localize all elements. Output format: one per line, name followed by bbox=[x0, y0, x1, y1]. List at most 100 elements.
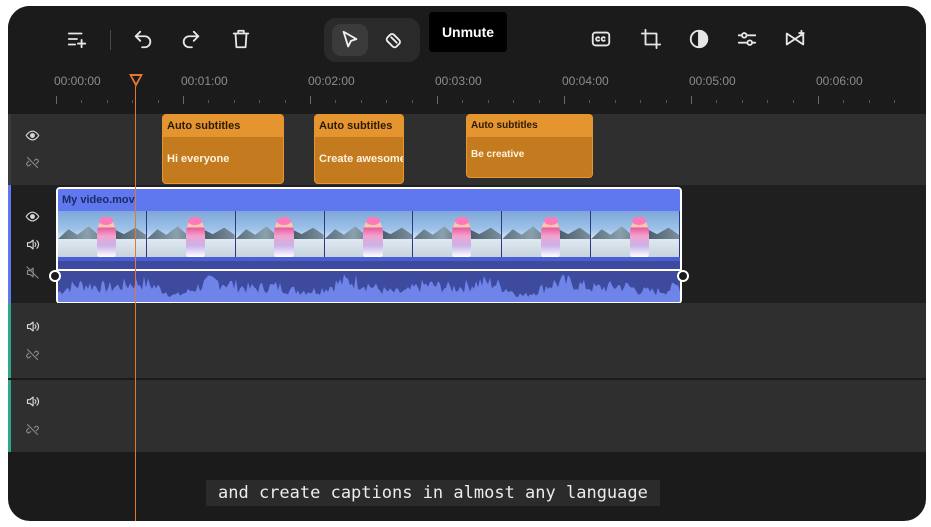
video-thumbnail bbox=[502, 211, 592, 257]
video-thumbnail bbox=[591, 211, 680, 257]
subtitle-clip-text: Be creative bbox=[471, 149, 525, 160]
ruler-tick-minor bbox=[259, 100, 261, 103]
ruler-tick-minor bbox=[132, 100, 134, 103]
blade-tool-icon[interactable] bbox=[376, 24, 412, 56]
ruler-tick-minor bbox=[640, 100, 642, 103]
ruler-tick-minor bbox=[106, 100, 108, 103]
eye-icon[interactable] bbox=[24, 127, 40, 143]
ruler-tick-major bbox=[437, 96, 438, 104]
subtitle-clip-title: Auto subtitles bbox=[467, 115, 592, 137]
delete-icon[interactable] bbox=[228, 26, 254, 52]
ruler-tick-major bbox=[183, 96, 184, 104]
playhead-line[interactable] bbox=[135, 86, 136, 521]
add-track-icon[interactable] bbox=[64, 26, 90, 52]
waveform-shape bbox=[58, 274, 680, 302]
ruler-tick-minor bbox=[716, 100, 718, 103]
crop-icon[interactable] bbox=[638, 26, 664, 52]
video-clip-name: My video.mov bbox=[58, 189, 680, 211]
ruler-tick-minor bbox=[614, 100, 616, 103]
ruler-tick-minor bbox=[868, 100, 870, 103]
timeline-ruler[interactable]: 00:00:00 00:01:00 00:02:00 00:03:00 00:0… bbox=[8, 68, 926, 114]
video-thumbnails bbox=[58, 211, 680, 257]
audio-waveform bbox=[58, 274, 680, 302]
volume-line[interactable] bbox=[58, 269, 680, 271]
ruler-tick-minor bbox=[233, 100, 235, 103]
ruler-tick-minor bbox=[589, 100, 591, 103]
captions-icon[interactable] bbox=[588, 26, 614, 52]
ruler-tick-minor bbox=[157, 100, 159, 103]
track-color-bar bbox=[8, 185, 11, 303]
ruler-tick-major bbox=[310, 96, 311, 104]
ruler-tick-major bbox=[818, 96, 819, 104]
video-clip[interactable]: My video.mov bbox=[56, 187, 682, 304]
volume-icon[interactable] bbox=[24, 318, 40, 334]
unmute-tooltip: Unmute bbox=[429, 12, 507, 52]
transition-icon[interactable] bbox=[782, 26, 808, 52]
ruler-label: 00:01:00 bbox=[181, 74, 228, 88]
subtitle-clip[interactable]: Auto subtitles Hi everyone bbox=[162, 114, 284, 184]
editor-window: Unmute 00:00:00 00:01:00 00:02:00 00:03:… bbox=[8, 6, 926, 521]
redo-icon[interactable] bbox=[178, 26, 204, 52]
track-color-bar bbox=[8, 114, 11, 185]
toolbar-divider bbox=[110, 30, 111, 50]
caption-overlay: and create captions in almost any langua… bbox=[206, 480, 660, 506]
ruler-tick-minor bbox=[81, 100, 83, 103]
ruler-tick-minor bbox=[487, 100, 489, 103]
ruler-label: 00:00:00 bbox=[54, 74, 101, 88]
volume-handle-end[interactable] bbox=[677, 270, 689, 282]
select-tool-icon[interactable] bbox=[332, 24, 368, 56]
playhead-handle[interactable] bbox=[129, 74, 143, 87]
ruler-tick-major bbox=[691, 96, 692, 104]
video-track: My video.mov bbox=[8, 185, 926, 304]
unlink-icon[interactable] bbox=[24, 421, 40, 437]
adjust-sliders-icon[interactable] bbox=[734, 26, 760, 52]
subtitle-clip-text: Create awesome c bbox=[319, 153, 404, 165]
track-color-bar bbox=[8, 380, 11, 452]
ruler-tick-minor bbox=[894, 100, 896, 103]
ruler-label: 00:04:00 bbox=[562, 74, 609, 88]
subtitle-clip[interactable]: Auto subtitles Be creative bbox=[466, 114, 593, 178]
ruler-tick-minor bbox=[411, 100, 413, 103]
track-color-bar bbox=[8, 303, 11, 378]
subtitle-clip-title: Auto subtitles bbox=[315, 115, 403, 137]
unlink-icon[interactable] bbox=[24, 154, 40, 170]
undo-icon[interactable] bbox=[130, 26, 156, 52]
volume-handle-start[interactable] bbox=[49, 270, 61, 282]
ruler-tick-minor bbox=[665, 100, 667, 103]
eye-icon[interactable] bbox=[24, 208, 40, 224]
ruler-tick-minor bbox=[462, 100, 464, 103]
ruler-tick-major bbox=[564, 96, 565, 104]
ruler-tick-minor bbox=[386, 100, 388, 103]
ruler-tick-minor bbox=[360, 100, 362, 103]
ruler-label: 00:06:00 bbox=[816, 74, 863, 88]
volume-icon[interactable] bbox=[24, 393, 40, 409]
unlink-icon[interactable] bbox=[24, 346, 40, 362]
ruler-tick-minor bbox=[208, 100, 210, 103]
ruler-tick-minor bbox=[284, 100, 286, 103]
ruler-tick-minor bbox=[335, 100, 337, 103]
tool-mode-group bbox=[324, 18, 420, 62]
color-adjust-icon[interactable] bbox=[686, 26, 712, 52]
subtitle-clip[interactable]: Auto subtitles Create awesome c bbox=[314, 114, 404, 184]
video-thumbnail bbox=[58, 211, 147, 257]
ruler-tick-minor bbox=[843, 100, 845, 103]
audio-waveform-lane[interactable] bbox=[58, 261, 680, 302]
ruler-tick-major bbox=[56, 96, 57, 104]
ruler-tick-minor bbox=[538, 100, 540, 103]
video-thumbnail bbox=[146, 211, 236, 257]
audio-track-1 bbox=[8, 303, 926, 378]
ruler-tick-minor bbox=[741, 100, 743, 103]
ruler-label: 00:02:00 bbox=[308, 74, 355, 88]
ruler-label: 00:05:00 bbox=[689, 74, 736, 88]
ruler-tick-minor bbox=[513, 100, 515, 103]
volume-icon[interactable] bbox=[24, 236, 40, 252]
video-thumbnail bbox=[235, 211, 325, 257]
ruler-label: 00:03:00 bbox=[435, 74, 482, 88]
video-thumbnail bbox=[324, 211, 414, 257]
toolbar: Unmute bbox=[8, 6, 926, 68]
audio-track-2 bbox=[8, 380, 926, 452]
detach-audio-icon[interactable] bbox=[24, 264, 40, 280]
subtitle-clip-text: Hi everyone bbox=[167, 153, 230, 165]
ruler-tick-minor bbox=[792, 100, 794, 103]
ruler-tick-minor bbox=[767, 100, 769, 103]
